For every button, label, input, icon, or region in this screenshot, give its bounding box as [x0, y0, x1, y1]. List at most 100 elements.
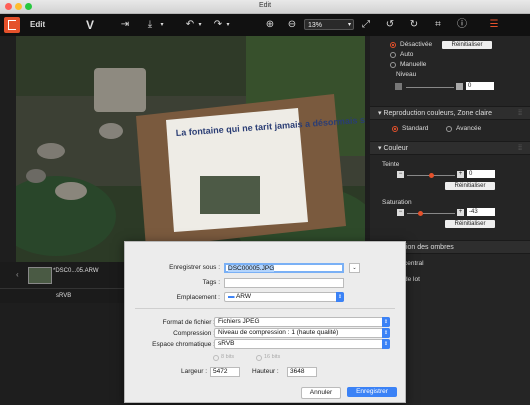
tags-label: Tags : [202, 279, 220, 286]
zoom-in-icon[interactable]: ⊕ [264, 18, 276, 32]
zoom-out-icon[interactable]: ⊖ [286, 18, 298, 32]
partial-label-central: central [404, 260, 424, 267]
bits16-radio[interactable] [256, 355, 262, 361]
app-logo-icon [4, 17, 20, 33]
develop-v-icon[interactable]: V [83, 18, 97, 32]
saturation-reset-button[interactable]: Réinitialiser [445, 220, 495, 228]
exposure-reset-button[interactable]: Réinitialiser [442, 41, 492, 49]
download-icon[interactable]: ⤓ [143, 18, 157, 32]
filename-value: DSC00005.JPG [228, 265, 275, 272]
drag-handle-icon[interactable]: ⁞⁞ [518, 142, 522, 156]
partial-label-batch: de lot [404, 276, 420, 283]
expand-dialog-button[interactable]: ⌄ [349, 263, 360, 273]
exposure-option-auto-radio[interactable] [390, 52, 396, 58]
compression-label: Compression : [173, 330, 215, 337]
saturation-label: Saturation [382, 199, 412, 206]
redo-icon[interactable]: ↷ [212, 18, 224, 32]
divider [135, 308, 395, 309]
filmstrip-thumbnail[interactable] [28, 267, 52, 284]
hue-increase-button[interactable]: + [457, 171, 464, 178]
save-button[interactable]: Enregistrer [347, 387, 397, 397]
stepper-arrows-icon: ⇕ [382, 339, 390, 349]
thumbnail-label: *DSC0...05.ARW [53, 268, 99, 274]
exposure-option-off-radio[interactable] [390, 42, 396, 48]
location-value: ARW [235, 293, 252, 300]
filmstrip-prev-icon[interactable]: ‹ [16, 270, 19, 279]
advanced-option: Avancée [456, 125, 482, 132]
zoom-select[interactable]: 13% ▾ [304, 19, 354, 30]
bits8-radio[interactable] [213, 355, 219, 361]
section-shadows-title: tion des ombres [404, 244, 454, 251]
compression-select[interactable]: Niveau de compression : 1 (haute qualité… [214, 328, 390, 338]
hue-value[interactable]: 0 [467, 170, 495, 178]
height-label: Hauteur : [252, 368, 279, 375]
undo-menu-chevron-icon[interactable]: ▾ [196, 18, 204, 32]
export-icon[interactable]: ⇥ [118, 18, 132, 32]
save-as-label: Enregistrer sous : [169, 264, 220, 271]
stepper-arrows-icon: ⇕ [382, 328, 390, 338]
location-select[interactable]: ▬ ARW ⇕ [224, 292, 344, 302]
level-dark-swatch[interactable] [395, 83, 402, 90]
height-input[interactable]: 3648 [287, 367, 317, 377]
hue-slider-knob[interactable] [428, 173, 434, 178]
cancel-button[interactable]: Annuler [301, 387, 341, 399]
crop-icon[interactable]: ⌗ [432, 18, 444, 32]
download-menu-chevron-icon[interactable]: ▾ [158, 18, 166, 32]
location-label: Emplacement : [176, 294, 220, 301]
toolbar: Edit V ⇥ ⤓ ▾ ↶ ▾ ↷ ▾ ⊕ ⊖ 13% ▾ ⤢ ↺ ↻ ⌗ ⓘ… [0, 14, 530, 36]
level-slider[interactable] [406, 87, 454, 88]
info-icon[interactable]: ⓘ [456, 18, 468, 32]
hue-decrease-button[interactable]: − [397, 171, 404, 178]
photo-canvas[interactable]: La fontaine qui ne tarit jamais a désorm… [16, 36, 365, 262]
compression-value: Niveau de compression : 1 (haute qualité… [218, 329, 339, 336]
edit-mode-label: Edit [30, 20, 46, 29]
save-dialog: Enregistrer sous : DSC00005.JPG ⌄ Tags :… [124, 241, 406, 403]
colorspace-status: sRVB [56, 293, 72, 299]
format-select[interactable]: Fichiers JPEG ⇕ [214, 317, 390, 327]
level-value[interactable]: 0 [466, 82, 494, 90]
rotate-right-icon[interactable]: ↻ [408, 18, 420, 32]
exposure-option-auto: Auto [400, 51, 414, 58]
saturation-decrease-button[interactable]: − [397, 209, 404, 216]
section-color-reproduction-title: Reproduction couleurs, Zone claire [383, 110, 493, 117]
exposure-option-manual: Manuelle [400, 61, 427, 68]
stepper-arrows-icon: ⇕ [336, 292, 344, 302]
standard-radio[interactable] [392, 126, 398, 132]
standard-option: Standard [402, 125, 429, 132]
section-color[interactable]: ▾ Couleur ⁞⁞ [370, 141, 530, 155]
tags-input[interactable] [224, 278, 344, 288]
redo-menu-chevron-icon[interactable]: ▾ [224, 18, 232, 32]
level-light-swatch[interactable] [456, 83, 463, 90]
width-label: Largeur : [181, 368, 208, 375]
filename-input[interactable]: DSC00005.JPG [224, 263, 344, 273]
saturation-slider[interactable] [407, 213, 455, 214]
hue-reset-button[interactable]: Réinitialiser [445, 182, 495, 190]
section-color-reproduction[interactable]: ▾ Reproduction couleurs, Zone claire ⁞⁞ [370, 106, 530, 120]
stepper-arrows-icon: ⇕ [382, 317, 390, 327]
level-label: Niveau [396, 71, 417, 78]
exposure-option-off: Désactivée [400, 41, 433, 48]
saturation-slider-knob[interactable] [418, 211, 424, 216]
undo-icon[interactable]: ↶ [184, 18, 196, 32]
section-color-title: Couleur [383, 145, 408, 152]
advanced-radio[interactable] [446, 126, 452, 132]
title-bar: Edit [0, 0, 530, 14]
colorspace-value: sRVB [218, 340, 235, 347]
saturation-value[interactable]: -43 [467, 208, 495, 216]
adjustments-icon[interactable]: ☰ [488, 18, 500, 32]
fit-screen-icon[interactable]: ⤢ [360, 18, 372, 32]
width-input[interactable]: 5472 [210, 367, 240, 377]
window-title: Edit [258, 2, 272, 9]
zoom-value: 13% [308, 22, 323, 29]
chevron-down-icon: ▾ [347, 22, 351, 28]
folder-icon: ▬ [228, 293, 236, 300]
colorspace-select[interactable]: sRVB ⇕ [214, 339, 390, 349]
format-value: Fichiers JPEG [218, 318, 260, 325]
drag-handle-icon[interactable]: ⁞⁞ [518, 107, 522, 121]
rotate-left-icon[interactable]: ↺ [384, 18, 396, 32]
bits8-label: 8 bits [221, 354, 235, 360]
saturation-increase-button[interactable]: + [457, 209, 464, 216]
hue-label: Teinte [382, 161, 400, 168]
exposure-option-manual-radio[interactable] [390, 62, 396, 68]
colorspace-label: Espace chromatique : [152, 341, 215, 348]
